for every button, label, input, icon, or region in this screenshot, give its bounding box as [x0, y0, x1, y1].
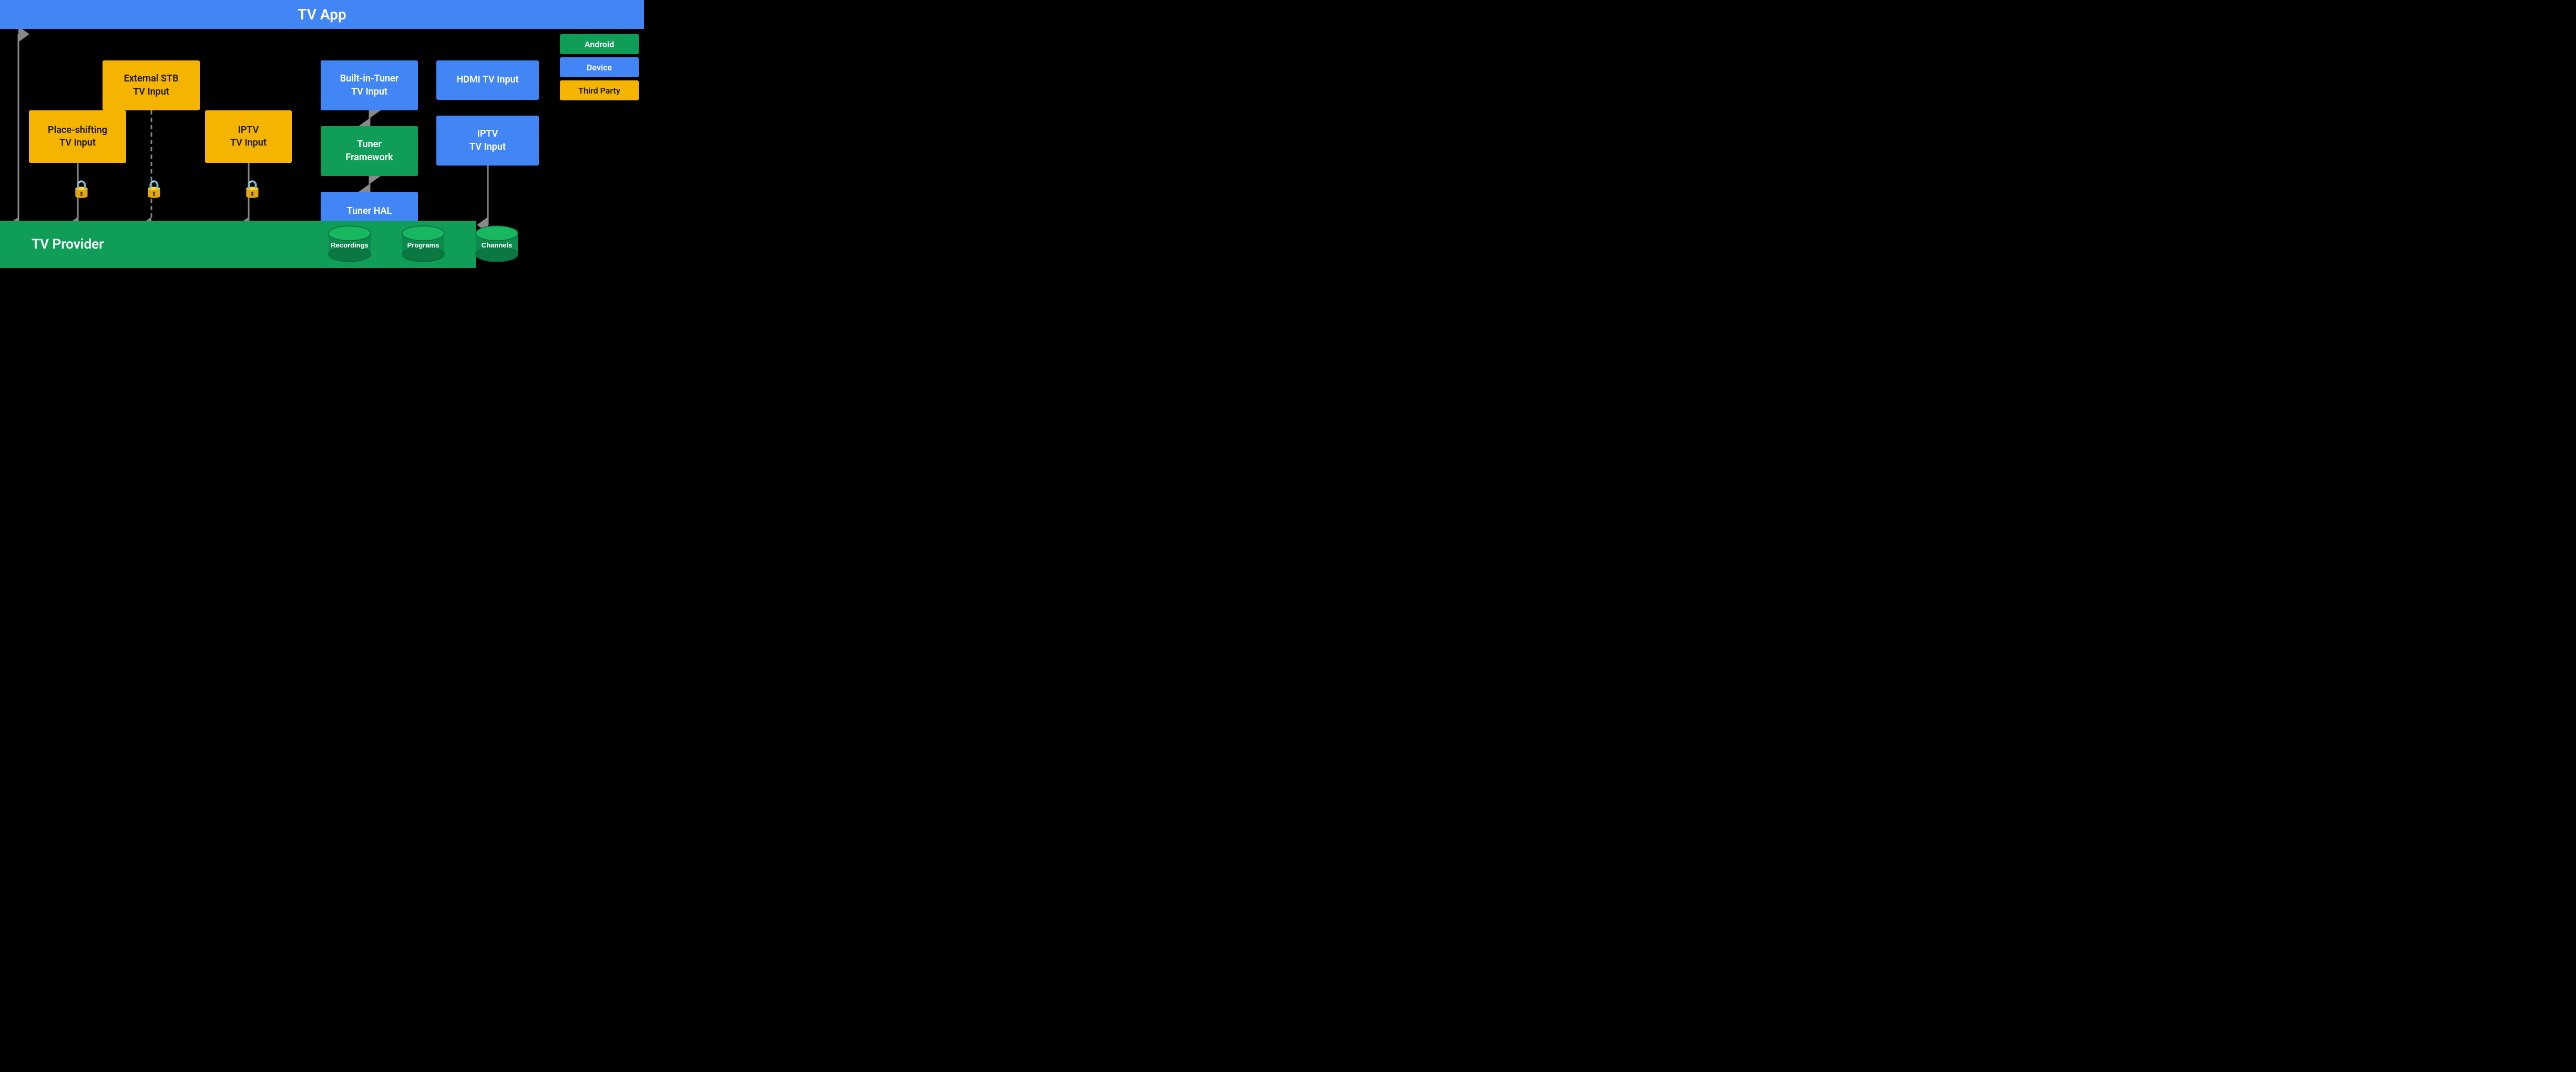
db-channels: Channels: [473, 224, 520, 265]
lock-icon-3: 🔒: [242, 179, 263, 199]
tv-app-title: TV App: [298, 6, 346, 23]
legend-device: Device: [560, 57, 639, 77]
tv-provider-title: TV Provider: [32, 236, 104, 252]
legend-thirdparty: Third Party: [560, 80, 639, 100]
svg-text:Programs: Programs: [407, 241, 439, 249]
lock-icon-2: 🔒: [144, 179, 165, 199]
svg-text:Recordings: Recordings: [331, 241, 369, 249]
lock-icon-1: 🔒: [71, 179, 92, 199]
legend: Android Device Third Party: [560, 34, 639, 100]
tv-app-header: TV App: [0, 0, 644, 29]
box-hdmi-tv-input: HDMI TV Input: [436, 60, 539, 100]
legend-android: Android: [560, 34, 639, 54]
db-programs: Programs: [400, 224, 447, 265]
db-recordings: Recordings: [326, 224, 373, 265]
box-builtin-tuner: Built-in-Tuner TV Input: [321, 60, 418, 110]
svg-text:Channels: Channels: [482, 241, 513, 249]
box-place-shifting: Place-shifting TV Input: [29, 110, 126, 163]
box-iptv-left: IPTV TV Input: [205, 110, 292, 163]
box-tuner-framework: Tuner Framework: [321, 126, 418, 176]
box-external-stb: External STB TV Input: [103, 60, 200, 110]
box-iptv-right: IPTV TV Input: [436, 116, 539, 166]
